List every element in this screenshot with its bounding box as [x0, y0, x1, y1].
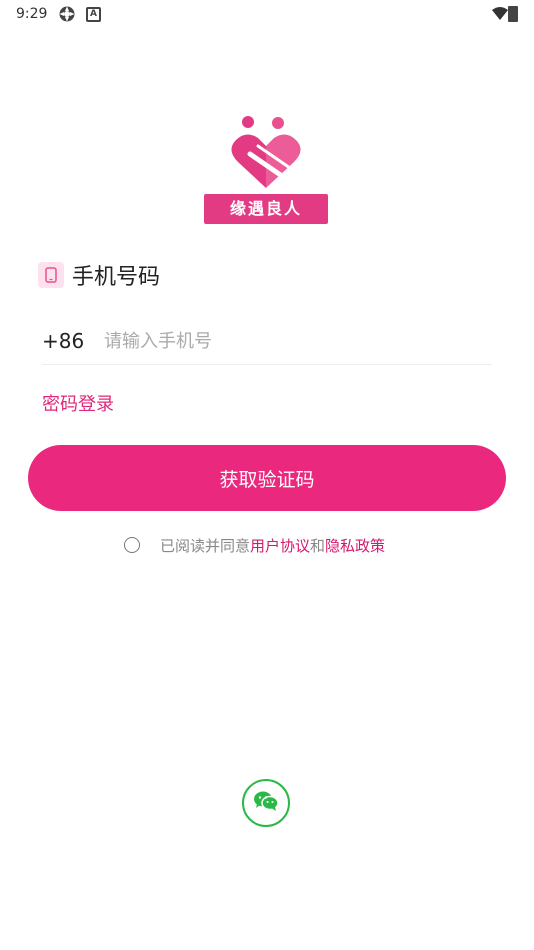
agreement-and: 和: [310, 536, 326, 555]
battery-icon: [508, 6, 518, 22]
settings-icon: [58, 5, 76, 23]
phone-input-row: +86: [42, 318, 492, 365]
privacy-policy-link[interactable]: 隐私政策: [325, 535, 385, 556]
phone-label: 手机号码: [72, 265, 161, 290]
status-bar: 9:29 A: [0, 0, 534, 30]
agreement-row: 已阅读并同意 用户协议 和 隐私政策: [124, 533, 385, 557]
password-login-link[interactable]: 密码登录: [42, 390, 114, 416]
country-code[interactable]: +86: [42, 329, 104, 353]
a-icon: A: [86, 7, 101, 22]
agreement-prefix: 已阅读并同意: [160, 536, 251, 555]
wechat-icon: [252, 789, 280, 817]
wechat-login-button[interactable]: [242, 779, 290, 827]
get-code-button[interactable]: 获取验证码: [28, 445, 506, 511]
agreement-checkbox[interactable]: [124, 537, 140, 553]
phone-label-row: 手机号码: [38, 260, 160, 290]
user-agreement-link[interactable]: 用户协议: [250, 535, 310, 556]
logo-heart-icon: [231, 116, 301, 188]
wifi-icon: [492, 6, 508, 20]
phone-input[interactable]: [104, 330, 464, 352]
status-time: 9:29: [16, 6, 48, 22]
phone-icon: [38, 262, 64, 288]
app-logo: 缘遇良人: [200, 110, 334, 226]
logo-text: 缘遇良人: [204, 194, 328, 224]
